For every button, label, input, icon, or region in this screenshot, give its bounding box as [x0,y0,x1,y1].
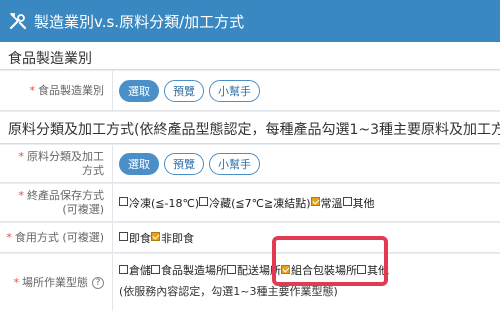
field-label: * 食用方式 (可複選) [0,223,113,252]
required-mark: * [18,188,25,202]
checkbox-checked[interactable] [310,197,320,206]
required-mark: * [29,83,36,97]
select-button[interactable]: 選取 [119,152,159,175]
checkbox[interactable] [119,264,128,274]
option-not-ready-to-eat[interactable]: 非即食 [151,230,194,246]
tools-icon [9,13,27,30]
field-content: 選取 預覽 小幫手 [119,145,265,182]
preview-button[interactable]: 預覽 [164,79,204,102]
option-refrigerated[interactable]: 冷藏(≦7℃≧凍結點) [199,195,311,211]
checkbox[interactable] [151,264,160,274]
option-label: 冷凍(≦-18℃) [129,196,200,210]
helper-button[interactable]: 小幫手 [209,152,260,175]
section-header-food-industry: 食品製造業別 [0,42,500,70]
section-title: 食品製造業別 [8,51,92,67]
checkbox[interactable] [342,197,352,206]
help-icon[interactable]: ? [92,276,104,289]
option-other[interactable]: 其他 [342,195,375,211]
label-text-2: 方式 [82,163,104,177]
option-warehouse[interactable]: 倉儲 [119,262,151,278]
label-text: 原料分類及加工 [27,149,104,163]
preview-button[interactable]: 預覽 [164,152,204,175]
required-mark: * [6,230,12,244]
option-frozen[interactable]: 冷凍(≦-18℃) [119,195,199,211]
field-label: * 場所作業型態? [0,254,113,311]
option-room-temp[interactable]: 常溫 [310,195,343,211]
row-material: * 原料分類及加工 方式 選取 預覽 小幫手 [0,145,500,183]
option-label: 倉儲 [129,264,151,277]
option-ready-to-eat[interactable]: 即食 [119,230,151,246]
row-eating-method: * 食用方式 (可複選) 即食 非即食 [0,223,500,253]
field-label: * 原料分類及加工 方式 [0,145,113,182]
checkbox-checked[interactable] [151,232,160,241]
select-button[interactable]: 選取 [119,79,159,102]
required-mark: * [18,149,25,163]
field-label: * 食品製造業別 [0,71,113,110]
checkbox[interactable] [227,264,236,274]
title-bar: 製造業別v.s.原料分類/加工方式 [0,0,500,42]
section-title: 原料分類及加工方式(依終產品型態認定，每種產品勾選1~3種主要原料及加工方式 [8,122,500,138]
required-mark: * [13,275,20,289]
eating-options: 即食 非即食 [119,223,194,252]
option-food-manufacturing[interactable]: 食品製造場所 [151,262,227,278]
section-header-material: 原料分類及加工方式(依終產品型態認定，每種產品勾選1~3種主要原料及加工方式 [0,112,500,144]
highlight-box [272,236,388,286]
checkbox[interactable] [199,197,209,206]
option-label: 常溫 [320,196,343,210]
label-text: 食品製造業別 [38,83,104,97]
row-food-industry: * 食品製造業別 選取 預覽 小幫手 [0,71,500,111]
option-label: 冷藏(≦7℃≧凍結點) [209,196,311,210]
option-label: 非即食 [161,231,194,245]
field-content: 選取 預覽 小幫手 [119,71,265,110]
label-text: 食用方式 (可複選) [14,230,104,244]
label-text-2: (可複選) [62,202,104,216]
label-text: 終產品保存方式 [27,188,104,202]
checkbox[interactable] [119,232,128,241]
helper-button[interactable]: 小幫手 [209,79,260,102]
option-label: 即食 [129,231,151,245]
option-label: 其他 [352,196,375,210]
row-storage-method: * 終產品保存方式 (可複選) 冷凍(≦-18℃) 冷藏(≦7℃≧凍結點) 常溫 … [0,184,500,222]
checkbox[interactable] [119,197,128,206]
page-title: 製造業別v.s.原料分類/加工方式 [34,12,245,31]
field-label: * 終產品保存方式 (可複選) [0,184,113,221]
option-label: 食品製造場所 [161,264,227,277]
label-text: 場所作業型態 [22,275,88,289]
storage-options: 冷凍(≦-18℃) 冷藏(≦7℃≧凍結點) 常溫 其他 [119,184,375,221]
